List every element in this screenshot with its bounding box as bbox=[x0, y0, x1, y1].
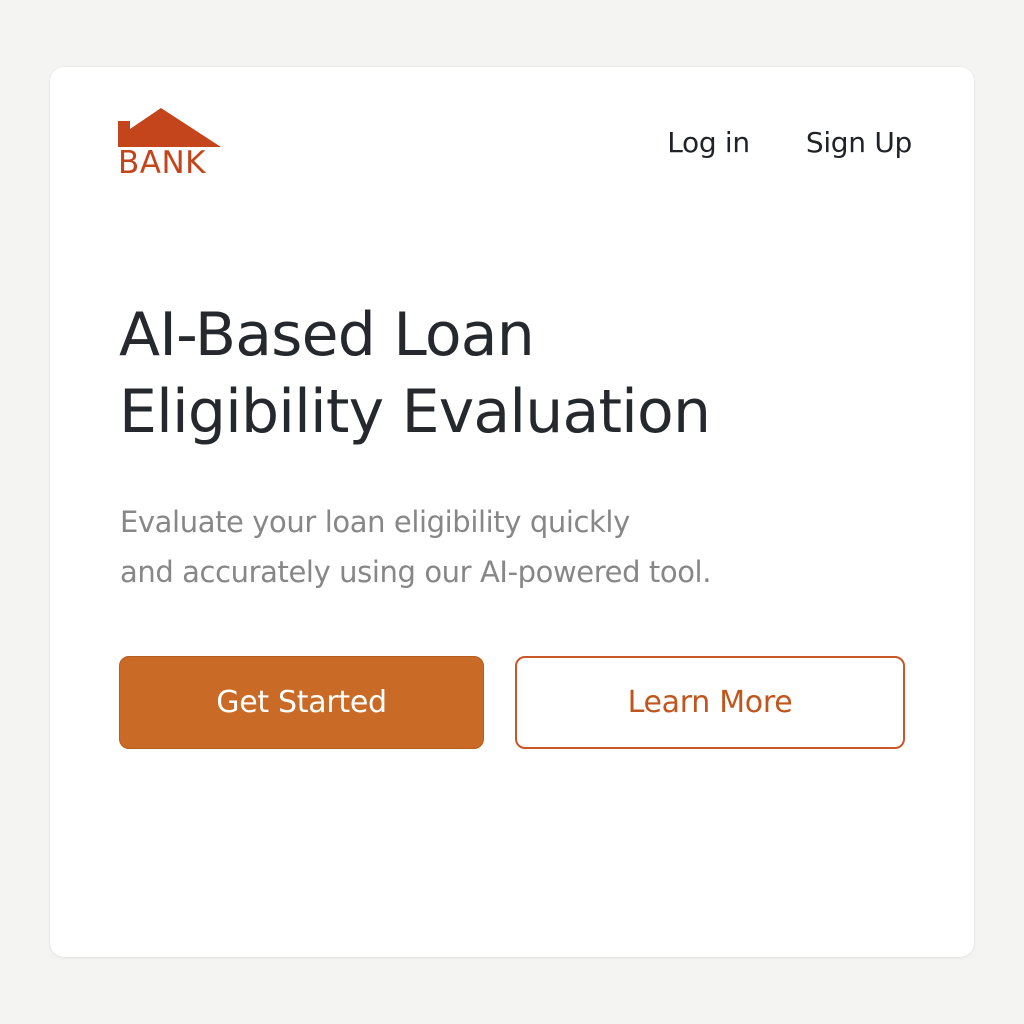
house-roof-icon bbox=[118, 108, 221, 147]
landing-card: BANK Log in Sign Up AI-Based Loan Eligib… bbox=[50, 67, 974, 957]
top-nav: Log in Sign Up bbox=[667, 123, 912, 163]
title-line-2: Eligibility Evaluation bbox=[119, 377, 711, 447]
page-title: AI-Based Loan Eligibility Evaluation bbox=[119, 297, 879, 451]
title-line-1: AI-Based Loan bbox=[119, 300, 535, 370]
get-started-button[interactable]: Get Started bbox=[119, 656, 484, 749]
signup-link[interactable]: Sign Up bbox=[806, 123, 912, 163]
bank-logo[interactable]: BANK bbox=[118, 107, 238, 183]
description-line-1: Evaluate your loan eligibility quickly bbox=[120, 505, 630, 539]
learn-more-button[interactable]: Learn More bbox=[515, 656, 905, 749]
logo-text: BANK bbox=[118, 145, 206, 181]
description-line-2: and accurately using our AI-powered tool… bbox=[120, 555, 712, 589]
login-link[interactable]: Log in bbox=[667, 123, 750, 163]
hero-description: Evaluate your loan eligibility quickly a… bbox=[120, 497, 840, 597]
